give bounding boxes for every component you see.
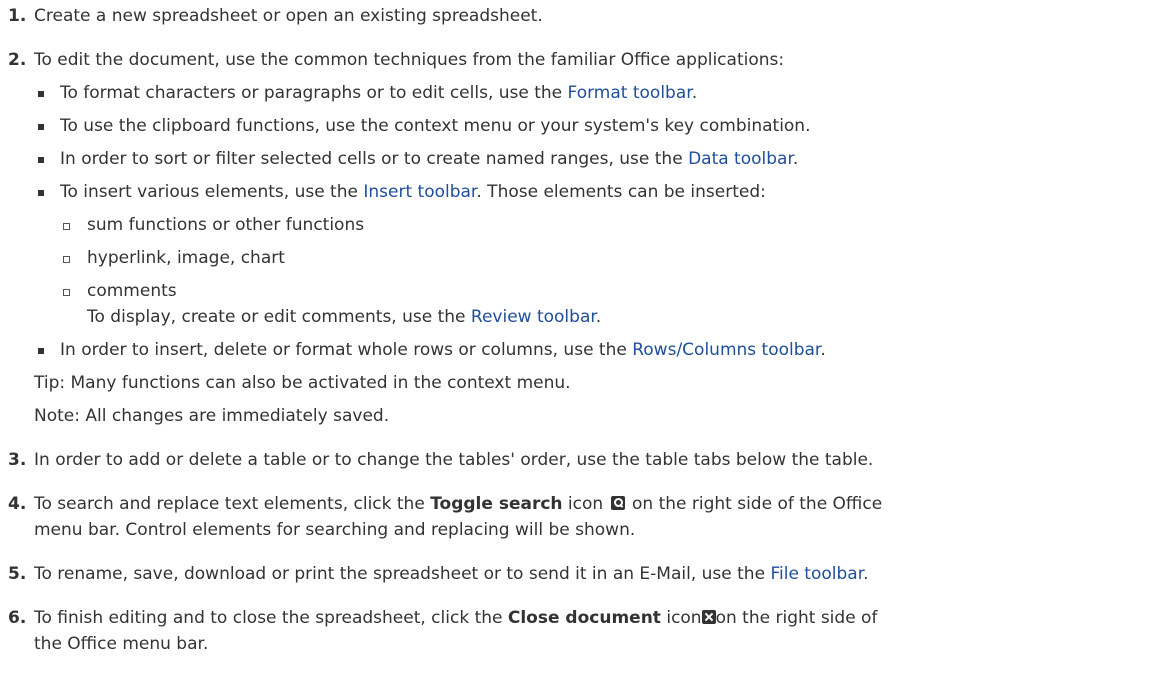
step-number: 2. [8, 50, 27, 70]
bullet-marker [38, 124, 44, 130]
sub-bullet-marker [63, 256, 70, 263]
sub-bullet-marker [63, 289, 70, 296]
sub-item-functions: sum functions or other functions [87, 215, 365, 235]
format-toolbar-link[interactable]: Format toolbar [568, 83, 692, 103]
instructions-document: 1. Create a new spreadsheet or open an e… [0, 0, 1154, 683]
step-number: 5. [8, 564, 27, 584]
bullet-marker [38, 91, 44, 97]
sub-item-hyperlink: hyperlink, image, chart [87, 248, 285, 268]
bullet-insert: To insert various elements, use the Inse… [60, 182, 766, 202]
sub-bullet-marker [63, 223, 70, 230]
step-2-text: To edit the document, use the common tec… [34, 50, 785, 70]
step-number: 4. [8, 494, 27, 514]
note-text: Note: All changes are immediately saved. [34, 406, 390, 426]
step-number: 3. [8, 450, 27, 470]
data-toolbar-link[interactable]: Data toolbar [688, 149, 793, 169]
bullet-marker [38, 157, 44, 163]
step-1-text: Create a new spreadsheet or open an exis… [34, 6, 543, 26]
sub-item-comments: comments [87, 281, 177, 301]
bullet-marker [38, 348, 44, 354]
bullet-format: To format characters or paragraphs or to… [60, 83, 698, 103]
step-4-text-cont: menu bar. Control elements for searching… [34, 520, 636, 540]
bullet-rows-columns: In order to insert, delete or format who… [60, 340, 826, 360]
comments-note: To display, create or edit comments, use… [87, 307, 602, 327]
search-icon [610, 496, 625, 510]
bullet-data: In order to sort or filter selected cell… [60, 149, 799, 169]
file-toolbar-link[interactable]: File toolbar [770, 564, 863, 584]
bullet-clipboard: To use the clipboard functions, use the … [60, 116, 811, 136]
close-icon [701, 610, 716, 624]
step-5-text: To rename, save, download or print the s… [34, 564, 869, 584]
insert-toolbar-link[interactable]: Insert toolbar [363, 182, 476, 202]
review-toolbar-link[interactable]: Review toolbar [471, 307, 596, 327]
rows-columns-toolbar-link[interactable]: Rows/Columns toolbar [632, 340, 820, 360]
step-number: 6. [8, 608, 27, 628]
step-6-text-cont: the Office menu bar. [34, 634, 209, 654]
step-3-text: In order to add or delete a table or to … [34, 450, 874, 470]
step-6-text: To finish editing and to close the sprea… [34, 608, 878, 628]
bullet-marker [38, 190, 44, 196]
tip-text: Tip: Many functions can also be activate… [34, 373, 571, 393]
step-number: 1. [8, 6, 27, 26]
step-4-text: To search and replace text elements, cli… [34, 494, 883, 514]
